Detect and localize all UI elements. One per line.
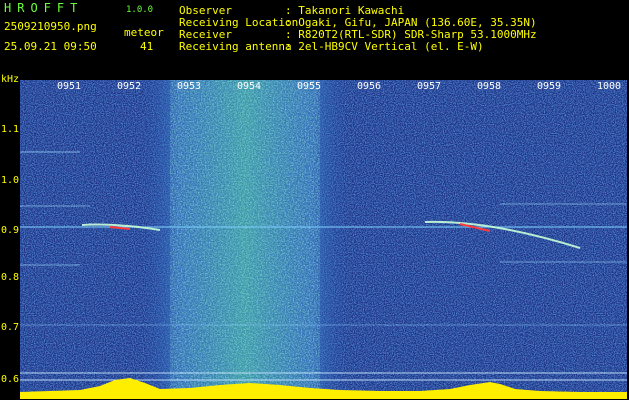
y-tick: 1.1	[1, 124, 20, 135]
x-tick: 0958	[477, 81, 502, 92]
x-tick: 0953	[177, 81, 202, 92]
y-tick: 0.6	[1, 374, 20, 385]
y-tick: 0.9	[1, 225, 20, 236]
x-tick: 0956	[357, 81, 382, 92]
y-axis-unit: kHz	[1, 74, 20, 85]
y-tick: 0.8	[1, 272, 20, 283]
spectrogram	[20, 80, 627, 399]
antenna-label: Receiving antenna	[179, 40, 292, 53]
antenna-value: : 2el-HB9CV Vertical (el. E-W)	[285, 40, 484, 53]
y-tick: 0.7	[1, 322, 20, 333]
file-name: 2509210950.png	[4, 20, 97, 33]
meteor-label: meteor	[124, 26, 164, 39]
x-tick: 0952	[117, 81, 142, 92]
interference-speckle	[170, 80, 320, 399]
app-version: 1.0.0	[126, 5, 154, 15]
app-logo: HROFFT	[4, 1, 84, 15]
date-time: 25.09.21 09:50	[4, 40, 97, 53]
x-tick: 0954	[237, 81, 262, 92]
meteor-count: 41	[140, 40, 154, 53]
x-tick: 0951	[57, 81, 82, 92]
x-tick: 0955	[297, 81, 322, 92]
x-tick: 0959	[537, 81, 562, 92]
y-tick: 1.0	[1, 175, 20, 186]
x-tick: 0957	[417, 81, 442, 92]
info-antenna: Receiving antenna: 2el-HB9CV Vertical (e…	[179, 40, 484, 53]
spectrogram-canvas	[20, 80, 627, 399]
x-tick: 1000	[597, 81, 622, 92]
hrofft-window: HROFFT 1.0.0 2509210950.png 25.09.21 09:…	[0, 0, 629, 400]
